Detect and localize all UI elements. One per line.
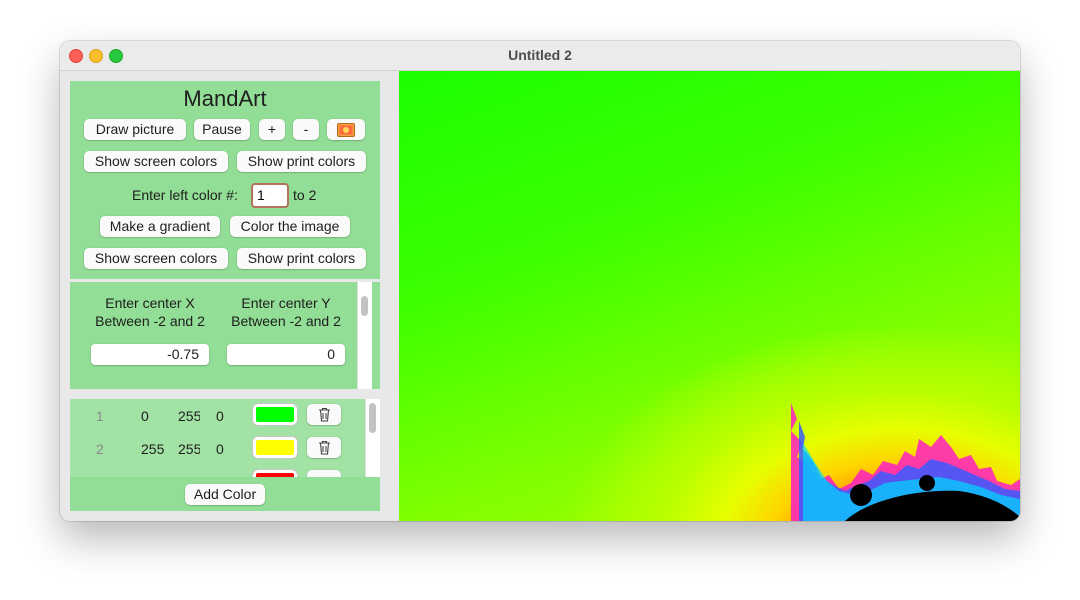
center-y-label: Enter center Y Between -2 and 2	[221, 294, 351, 330]
color-list-scroll-thumb[interactable]	[369, 403, 376, 433]
zoom-in-button[interactable]: +	[259, 119, 285, 140]
delete-color-button[interactable]	[307, 404, 341, 425]
center-y-label-line2: Between -2 and 2	[231, 313, 341, 329]
show-screen-colors-button[interactable]: Show screen colors	[84, 151, 228, 172]
add-color-button[interactable]: Add Color	[185, 484, 265, 505]
color-index: 1	[96, 408, 104, 424]
color-row: 1 0 255 0	[70, 401, 365, 433]
color-green-value[interactable]: 255	[178, 408, 200, 424]
mandelbrot-image	[791, 403, 1020, 521]
color-swatch[interactable]	[253, 404, 297, 425]
trash-icon	[318, 407, 330, 422]
show-print-colors-button[interactable]: Show print colors	[237, 151, 366, 172]
image-button[interactable]	[327, 119, 365, 140]
mandelbrot-canvas[interactable]	[399, 71, 1020, 521]
center-x-input[interactable]: -0.75	[91, 344, 209, 365]
picture-icon	[337, 123, 355, 137]
color-swatch[interactable]	[253, 470, 297, 477]
make-gradient-button[interactable]: Make a gradient	[100, 216, 220, 237]
color-image-button[interactable]: Color the image	[230, 216, 350, 237]
color-list-scrollbar[interactable]	[365, 399, 380, 477]
center-coordinates-panel: Enter center X Between -2 and 2 Enter ce…	[70, 282, 380, 389]
app-title: MandArt	[183, 86, 267, 111]
show-print-colors-button-2[interactable]: Show print colors	[237, 248, 366, 269]
center-y-label-line1: Enter center Y	[241, 295, 331, 311]
app-window: Untitled 2 MandArt Draw picture Pause + …	[60, 41, 1020, 521]
center-x-label: Enter center X Between -2 and 2	[85, 294, 215, 330]
center-panel-scrollbar[interactable]	[357, 282, 372, 389]
color-row	[70, 467, 365, 477]
center-x-label-line1: Enter center X	[105, 295, 195, 311]
color-swatch[interactable]	[253, 437, 297, 458]
window-title: Untitled 2	[508, 47, 572, 63]
drawing-controls-panel: MandArt Draw picture Pause + - Show scre…	[70, 81, 380, 279]
center-panel-scroll-thumb[interactable]	[361, 296, 368, 316]
add-color-panel: Add Color	[70, 477, 380, 511]
trash-icon	[318, 440, 330, 455]
zoom-out-button[interactable]: -	[293, 119, 319, 140]
color-red-value[interactable]: 0	[141, 408, 169, 424]
delete-color-button[interactable]	[307, 437, 341, 458]
draw-picture-button[interactable]: Draw picture	[84, 119, 186, 140]
left-color-range-label: to 2	[293, 187, 317, 203]
color-list-panel: 1 0 255 0 2 255 255 0	[70, 399, 380, 477]
show-screen-colors-button-2[interactable]: Show screen colors	[84, 248, 228, 269]
pause-button[interactable]: Pause	[194, 119, 250, 140]
title-bar[interactable]: Untitled 2	[60, 41, 1020, 71]
delete-color-button[interactable]	[307, 470, 341, 477]
controls-pane: MandArt Draw picture Pause + - Show scre…	[60, 71, 399, 521]
center-y-input[interactable]: 0	[227, 344, 345, 365]
color-red-value[interactable]: 255	[141, 441, 165, 457]
color-blue-value[interactable]: 0	[216, 441, 244, 457]
color-green-value[interactable]: 255	[178, 441, 200, 457]
left-color-label: Enter left color #:	[132, 187, 238, 203]
left-color-input[interactable]: 1	[251, 183, 289, 208]
color-row: 2 255 255 0	[70, 434, 365, 466]
center-x-label-line2: Between -2 and 2	[95, 313, 205, 329]
color-index: 2	[96, 441, 104, 457]
color-blue-value[interactable]: 0	[216, 408, 244, 424]
